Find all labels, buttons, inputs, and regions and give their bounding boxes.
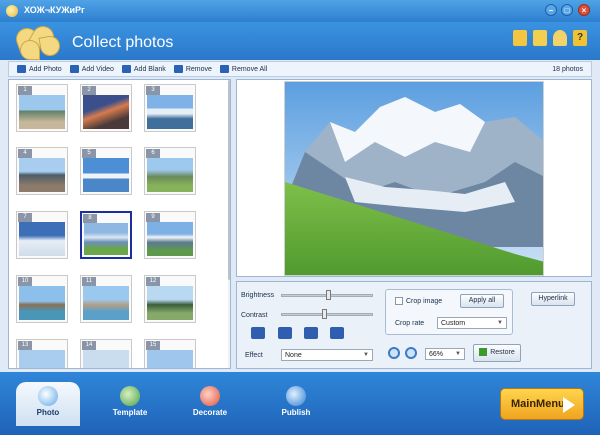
crop-image-label: Crop image [406,298,443,305]
thumbnail-7[interactable]: 7 [16,211,68,259]
add-blank-button[interactable]: Add Blank [121,65,166,73]
thumbnail-5[interactable]: 5 [80,147,132,195]
effect-select[interactable]: None ▼ [281,349,373,361]
add-video-button[interactable]: Add Video [69,65,114,73]
apply-all-button[interactable]: Apply all [460,294,504,308]
brightness-slider-thumb[interactable] [326,290,331,300]
photo-thumbnail [19,286,65,320]
crop-rate-label: Crop rate [395,320,425,327]
thumbnail-6[interactable]: 6 [144,147,196,195]
folder-icon[interactable] [513,30,527,46]
thumbnail-12[interactable]: 12 [144,275,196,323]
photo-thumbnail [19,158,65,192]
rotate-right-icon[interactable] [278,327,292,339]
save-icon[interactable] [533,30,547,46]
contrast-label: Contrast [241,312,268,319]
crop-rate-select[interactable]: Custom ▼ [437,317,507,329]
zoom-out-icon[interactable] [405,347,417,359]
preview-pane [236,79,592,277]
publish-icon [286,386,306,406]
toolbar: Add Photo Add Video Add Blank Remove Rem… [8,61,592,77]
add-photo-button[interactable]: Add Photo [17,65,62,73]
edit-controls: Brightness Contrast Effect None ▼ Crop i… [236,281,592,369]
photo-thumbnail [147,95,193,129]
photo-thumbnail [147,222,193,256]
rotate-left-icon[interactable] [251,327,265,339]
contrast-slider-thumb[interactable] [322,309,327,319]
hyperlink-button[interactable]: Hyperlink [531,292,575,306]
flip-vertical-icon[interactable] [330,327,344,339]
photo-thumbnail [19,95,65,129]
arrow-right-icon [563,397,575,413]
photo-thumbnail [147,286,193,320]
add-blank-icon [121,65,131,73]
page-title: Collect photos [72,34,174,51]
remove-icon [173,65,183,73]
restore-icon [479,348,488,357]
maximize-button[interactable]: □ [561,4,573,16]
crop-image-checkbox[interactable] [395,297,403,305]
photo-thumbnail [83,95,129,129]
thumbnail-4[interactable]: 4 [16,147,68,195]
template-icon [120,386,140,406]
thumbnail-15[interactable]: 15 [144,339,196,368]
chevron-down-icon: ▼ [497,320,503,326]
thumbnail-8[interactable]: 8 [80,211,132,259]
thumbnail-9[interactable]: 9 [144,211,196,259]
remove-all-icon [219,65,229,73]
bottom-navigation: Photo Template Decorate Publish MainMenu [0,372,600,435]
add-video-icon [69,65,79,73]
restore-button[interactable]: Restore [473,344,521,362]
window-title: ХОЖ¬КУЖиРг [24,5,85,15]
add-photo-icon [17,65,26,73]
photo-thumbnail [19,222,65,256]
contrast-slider[interactable] [281,309,373,319]
minimize-button[interactable]: – [545,4,557,16]
thumbnail-2[interactable]: 2 [80,84,132,132]
mainmenu-button[interactable]: MainMenu [500,388,584,420]
thumbnail-1[interactable]: 1 [16,84,68,132]
zoom-in-icon[interactable] [388,347,400,359]
scrollbar-thumb[interactable] [228,80,230,280]
zoom-select[interactable]: 66% ▼ [425,348,465,360]
app-icon [6,5,18,17]
remove-all-button[interactable]: Remove All [219,65,267,73]
thumbnail-13[interactable]: 13 [16,339,68,368]
crop-group: Crop image Apply all Crop rate Custom ▼ [385,289,513,335]
tab-photo[interactable]: Photo [16,382,80,426]
thumbnail-11[interactable]: 11 [80,275,132,323]
brightness-label: Brightness [241,292,275,299]
thumbnail-scrollbar[interactable] [228,80,230,368]
preview-photo [284,81,544,276]
decorate-icon [200,386,220,406]
help-icon[interactable]: ? [573,30,587,46]
photo-count: 18 photos [552,65,583,73]
photo-thumbnail [83,286,129,320]
photo-thumbnail [83,350,129,368]
thumbnail-10[interactable]: 10 [16,275,68,323]
photo-thumbnail [147,158,193,192]
chevron-down-icon: ▼ [363,352,369,358]
photo-thumbnail [147,350,193,368]
title-bar: ХОЖ¬КУЖиРг – □ × [0,0,600,22]
brightness-slider[interactable] [281,290,373,300]
photo-thumbnail [19,350,65,368]
photo-thumbnail [84,223,128,255]
thumbnail-14[interactable]: 14 [80,339,132,368]
tab-decorate[interactable]: Decorate [178,382,242,426]
mountain-landscape-image [285,82,543,275]
header: Collect photos ? [0,21,600,60]
effect-label: Effect [245,352,263,359]
close-button[interactable]: × [578,4,590,16]
tab-template[interactable]: Template [98,382,162,426]
lightbulb-icon[interactable] [553,30,567,46]
thumbnail-panel: 1 2 3 4 5 6 7 8 9 10 11 12 13 14 15 [8,79,231,369]
thumbnail-3[interactable]: 3 [144,84,196,132]
photo-icon [38,386,58,406]
remove-button[interactable]: Remove [173,65,212,73]
tab-publish[interactable]: Publish [264,382,328,426]
photo-thumbnail [83,158,129,192]
flip-horizontal-icon[interactable] [304,327,318,339]
chevron-down-icon: ▼ [455,351,461,357]
